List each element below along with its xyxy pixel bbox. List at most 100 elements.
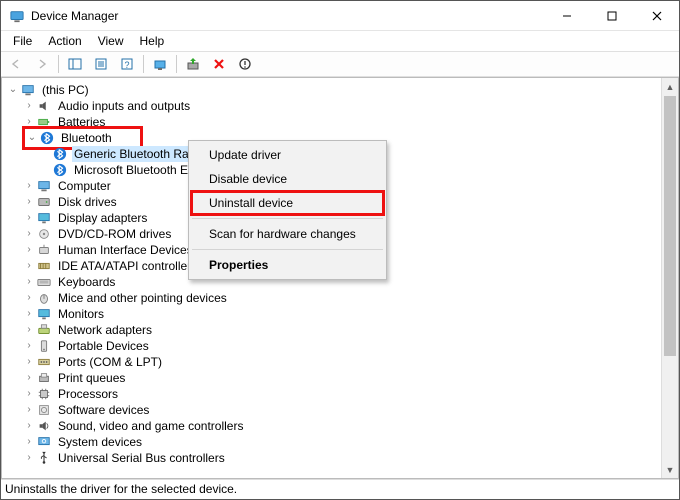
menu-file[interactable]: File xyxy=(5,32,40,50)
tree-node-label[interactable]: Bluetooth xyxy=(59,130,114,146)
tree-node-label[interactable]: Universal Serial Bus controllers xyxy=(56,450,227,466)
disk-icon xyxy=(36,194,52,210)
chevron-right-icon[interactable]: › xyxy=(22,434,36,450)
help-button[interactable]: ? xyxy=(115,53,139,75)
scroll-up-icon[interactable]: ▲ xyxy=(662,78,678,95)
chevron-right-icon[interactable]: › xyxy=(22,370,36,386)
context-menu-item[interactable]: Disable device xyxy=(191,167,384,191)
chevron-right-icon[interactable]: › xyxy=(22,450,36,466)
tree-node-label[interactable]: Keyboards xyxy=(56,274,117,290)
tree-node-label[interactable]: Network adapters xyxy=(56,322,154,338)
tree-category[interactable]: › Ports (COM & LPT) xyxy=(6,354,678,370)
chevron-down-icon[interactable]: ⌄ xyxy=(25,130,39,146)
chevron-right-icon[interactable]: › xyxy=(22,242,36,258)
tree-root-pc[interactable]: ⌄ (this PC) xyxy=(6,82,678,98)
chevron-right-icon[interactable]: › xyxy=(22,258,36,274)
chevron-right-icon[interactable]: › xyxy=(22,386,36,402)
context-menu-item[interactable]: Scan for hardware changes xyxy=(191,222,384,246)
toolbar-separator xyxy=(143,55,144,73)
minimize-button[interactable] xyxy=(544,1,589,30)
tree-category[interactable]: › Sound, video and game controllers xyxy=(6,418,678,434)
tree-category[interactable]: › Audio inputs and outputs xyxy=(6,98,678,114)
port-icon xyxy=(36,354,52,370)
tree-node-label[interactable]: Mice and other pointing devices xyxy=(56,290,229,306)
chevron-right-icon[interactable]: › xyxy=(22,418,36,434)
context-menu-separator xyxy=(192,249,383,250)
tree-node-label[interactable]: (this PC) xyxy=(40,82,91,98)
chevron-right-icon[interactable]: › xyxy=(22,354,36,370)
maximize-button[interactable] xyxy=(589,1,634,30)
scan-hardware-button[interactable] xyxy=(148,53,172,75)
tree-node-label[interactable]: Processors xyxy=(56,386,120,402)
tree-node-label[interactable]: Sound, video and game controllers xyxy=(56,418,245,434)
audio-icon xyxy=(36,98,52,114)
menu-help[interactable]: Help xyxy=(132,32,173,50)
chevron-right-icon[interactable]: › xyxy=(22,194,36,210)
tree-node-label[interactable]: Print queues xyxy=(56,370,127,386)
chevron-right-icon[interactable]: › xyxy=(22,98,36,114)
tree-category[interactable]: › Mice and other pointing devices xyxy=(6,290,678,306)
chevron-right-icon[interactable]: › xyxy=(22,338,36,354)
chevron-right-icon[interactable]: › xyxy=(22,402,36,418)
tree-node-label[interactable]: System devices xyxy=(56,434,144,450)
scroll-down-icon[interactable]: ▼ xyxy=(662,461,678,478)
chevron-right-icon[interactable]: › xyxy=(22,210,36,226)
menu-view[interactable]: View xyxy=(90,32,132,50)
tree-category[interactable]: › Processors xyxy=(6,386,678,402)
title-bar: Device Manager xyxy=(1,1,679,31)
tree-category[interactable]: › Print queues xyxy=(6,370,678,386)
usb-icon xyxy=(36,450,52,466)
tree-node-label[interactable]: Portable Devices xyxy=(56,338,151,354)
tree-category[interactable]: › System devices xyxy=(6,434,678,450)
tree-category[interactable]: › Universal Serial Bus controllers xyxy=(6,450,678,466)
tree-node-label[interactable]: IDE ATA/ATAPI controllers xyxy=(56,258,199,274)
chevron-right-icon[interactable]: › xyxy=(22,226,36,242)
toolbar-separator xyxy=(176,55,177,73)
mouse-icon xyxy=(36,290,52,306)
chevron-right-icon[interactable]: › xyxy=(22,274,36,290)
tree-category[interactable]: › Portable Devices xyxy=(6,338,678,354)
forward-button[interactable] xyxy=(30,53,54,75)
tree-node-label[interactable]: Audio inputs and outputs xyxy=(56,98,192,114)
context-menu-item[interactable]: Update driver xyxy=(191,143,384,167)
network-icon xyxy=(36,322,52,338)
printer-icon xyxy=(36,370,52,386)
computer-icon xyxy=(36,178,52,194)
uninstall-device-button[interactable] xyxy=(207,53,231,75)
bluetooth-icon xyxy=(52,146,68,162)
chevron-right-icon[interactable]: › xyxy=(22,306,36,322)
tree-node-label[interactable]: Ports (COM & LPT) xyxy=(56,354,164,370)
bluetooth-icon xyxy=(52,162,68,178)
system-icon xyxy=(36,434,52,450)
chevron-right-icon[interactable]: › xyxy=(22,290,36,306)
context-menu-item[interactable]: Uninstall device xyxy=(191,191,384,215)
tree-node-label[interactable]: Generic Bluetooth Radio xyxy=(72,146,207,162)
context-menu-item[interactable]: Properties xyxy=(191,253,384,277)
device-tree-panel: ⌄(this PC)›Audio inputs and outputs›Batt… xyxy=(1,77,679,479)
show-hide-console-button[interactable] xyxy=(63,53,87,75)
close-button[interactable] xyxy=(634,1,679,30)
menu-action[interactable]: Action xyxy=(40,32,89,50)
tree-node-label[interactable]: Display adapters xyxy=(56,210,149,226)
scrollbar-thumb[interactable] xyxy=(664,96,676,356)
toolbar-separator xyxy=(58,55,59,73)
tree-category[interactable]: › Software devices xyxy=(6,402,678,418)
tree-category[interactable]: › Network adapters xyxy=(6,322,678,338)
vertical-scrollbar[interactable]: ▲ ▼ xyxy=(661,78,678,478)
device-manager-window: Device Manager File Action View Help ? xyxy=(0,0,680,500)
chevron-down-icon[interactable]: ⌄ xyxy=(6,82,20,98)
tree-node-label[interactable]: DVD/CD-ROM drives xyxy=(56,226,173,242)
update-driver-button[interactable] xyxy=(181,53,205,75)
properties-button[interactable] xyxy=(89,53,113,75)
tree-node-label[interactable]: Disk drives xyxy=(56,194,119,210)
back-button[interactable] xyxy=(4,53,28,75)
tree-node-label[interactable]: Human Interface Devices xyxy=(56,242,195,258)
software-icon xyxy=(36,402,52,418)
tree-category[interactable]: › Monitors xyxy=(6,306,678,322)
disable-device-button[interactable] xyxy=(233,53,257,75)
tree-node-label[interactable]: Software devices xyxy=(56,402,151,418)
chevron-right-icon[interactable]: › xyxy=(22,322,36,338)
tree-node-label[interactable]: Monitors xyxy=(56,306,106,322)
tree-node-label[interactable]: Computer xyxy=(56,178,113,194)
chevron-right-icon[interactable]: › xyxy=(22,178,36,194)
